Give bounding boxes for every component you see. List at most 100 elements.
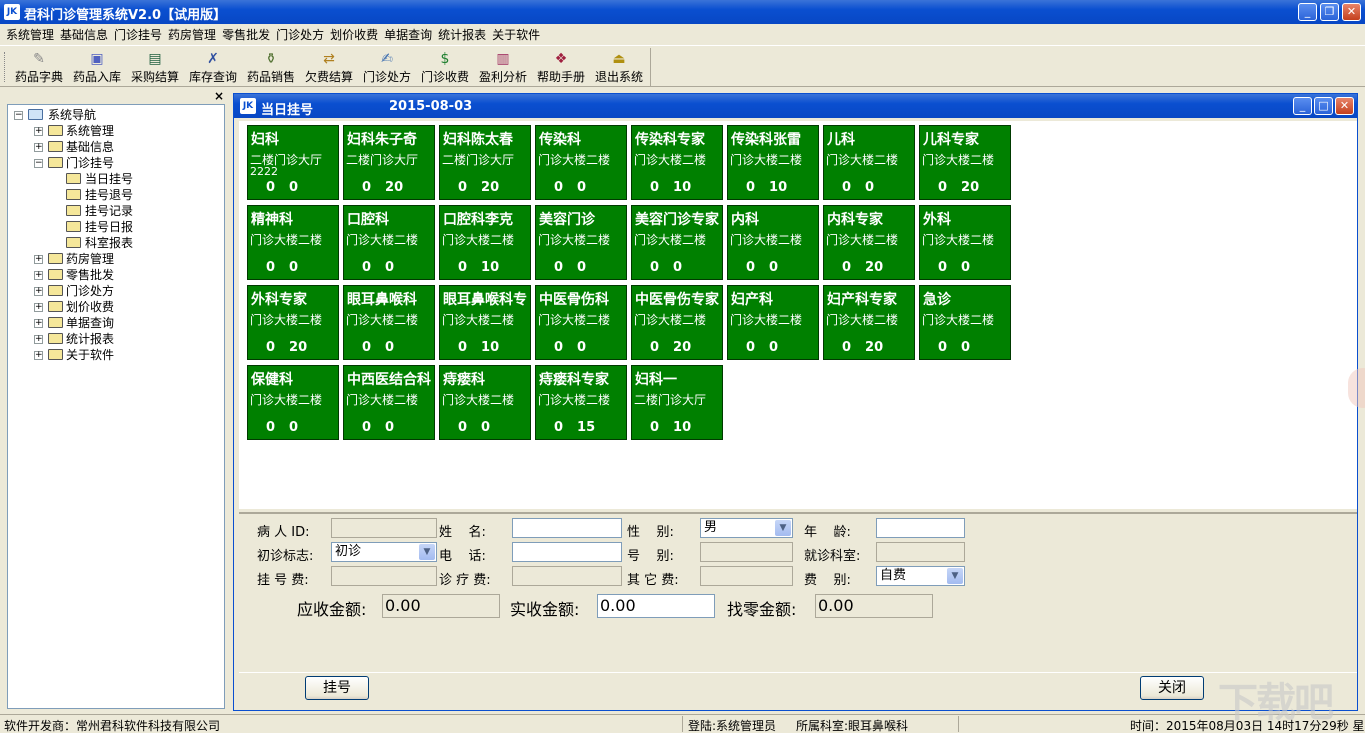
nav-root[interactable]: − 系统导航 — [8, 107, 224, 123]
visit-flag-select[interactable]: 初诊 ▼ — [331, 542, 437, 562]
department-tile[interactable]: 眼耳鼻喉科 门诊大楼二楼 0 0 — [343, 285, 435, 360]
menu-item[interactable]: 统计报表 — [432, 24, 486, 43]
menu-item[interactable]: 基础信息 — [54, 24, 108, 43]
department-tile[interactable]: 美容门诊 门诊大楼二楼 0 0 — [535, 205, 627, 280]
department-tile[interactable]: 急诊 门诊大楼二楼 0 0 — [919, 285, 1011, 360]
department-tile[interactable]: 口腔科李克 门诊大楼二楼 0 10 — [439, 205, 531, 280]
department-tile[interactable]: 中西医结合科 门诊大楼二楼 0 0 — [343, 365, 435, 440]
nav-item[interactable]: + 划价收费 — [8, 299, 224, 315]
nav-subitem[interactable]: 当日挂号 — [8, 171, 224, 187]
gender-select[interactable]: 男 ▼ — [700, 518, 793, 538]
department-tile[interactable]: 中医骨伤科 门诊大楼二楼 0 0 — [535, 285, 627, 360]
close-button[interactable]: 关闭 — [1140, 676, 1204, 700]
folder-icon — [48, 349, 63, 360]
nav-subitem[interactable]: 挂号记录 — [8, 203, 224, 219]
expand-icon[interactable]: + — [34, 271, 43, 280]
nav-item[interactable]: + 单据查询 — [8, 315, 224, 331]
child-maximize-button[interactable]: □ — [1314, 97, 1333, 115]
received-field[interactable]: 0.00 — [597, 594, 715, 618]
department-tile[interactable]: 眼耳鼻喉科专 门诊大楼二楼 0 10 — [439, 285, 531, 360]
floating-edge-widget[interactable] — [1348, 368, 1365, 408]
department-tile[interactable]: 精神科 门诊大楼二楼 0 0 — [247, 205, 339, 280]
restore-button[interactable]: ❐ — [1320, 3, 1339, 21]
nav-item[interactable]: + 关于软件 — [8, 347, 224, 363]
phone-field[interactable] — [512, 542, 622, 562]
toolbar-button[interactable]: ▥ 盈利分析 — [474, 48, 532, 86]
expand-icon[interactable]: + — [34, 287, 43, 296]
toolbar-button[interactable]: ❖ 帮助手册 — [532, 48, 590, 86]
department-tile[interactable]: 外科 门诊大楼二楼 0 0 — [919, 205, 1011, 280]
department-tile[interactable]: 传染科 门诊大楼二楼 0 0 — [535, 125, 627, 200]
toolbar-button[interactable]: ⇄ 欠费结算 — [300, 48, 358, 86]
menu-item[interactable]: 单据查询 — [378, 24, 432, 43]
menu-item[interactable]: 零售批发 — [216, 24, 270, 43]
expand-icon[interactable]: + — [34, 319, 43, 328]
nav-item[interactable]: + 门诊处方 — [8, 283, 224, 299]
nav-item[interactable]: + 系统管理 — [8, 123, 224, 139]
department-tile[interactable]: 妇产科专家 门诊大楼二楼 0 20 — [823, 285, 915, 360]
collapse-icon[interactable]: − — [14, 111, 23, 120]
chevron-down-icon[interactable]: ▼ — [947, 568, 963, 584]
toolbar-button[interactable]: ⚱ 药品销售 — [242, 48, 300, 86]
child-close-button[interactable]: ✕ — [1335, 97, 1354, 115]
age-field[interactable] — [876, 518, 965, 538]
department-tile[interactable]: 儿科专家 门诊大楼二楼 0 20 — [919, 125, 1011, 200]
chevron-down-icon[interactable]: ▼ — [419, 544, 435, 560]
expand-icon[interactable]: + — [34, 143, 43, 152]
toolbar-button[interactable]: ✍ 门诊处方 — [358, 48, 416, 86]
department-tile[interactable]: 痔瘘科专家 门诊大楼二楼 0 15 — [535, 365, 627, 440]
menu-item[interactable]: 划价收费 — [324, 24, 378, 43]
nav-subitem[interactable]: 科室报表 — [8, 235, 224, 251]
department-tile[interactable]: 妇科陈太春 二楼门诊大厅 0 20 — [439, 125, 531, 200]
department-tile[interactable]: 妇科朱子奇 二楼门诊大厅 0 20 — [343, 125, 435, 200]
fee-type-select[interactable]: 自费 ▼ — [876, 566, 965, 586]
toolbar-button[interactable]: ✗ 库存查询 — [184, 48, 242, 86]
department-tile[interactable]: 美容门诊专家 门诊大楼二楼 0 0 — [631, 205, 723, 280]
toolbar-button[interactable]: ⏏ 退出系统 — [590, 48, 648, 86]
nav-subitem[interactable]: 挂号退号 — [8, 187, 224, 203]
toolbar-button[interactable]: ▣ 药品入库 — [68, 48, 126, 86]
nav-item[interactable]: + 统计报表 — [8, 331, 224, 347]
nav-close-icon[interactable]: × — [214, 89, 224, 103]
name-field[interactable] — [512, 518, 622, 538]
department-tile[interactable]: 保健科 门诊大楼二楼 0 0 — [247, 365, 339, 440]
chevron-down-icon[interactable]: ▼ — [775, 520, 791, 536]
expand-icon[interactable]: + — [34, 335, 43, 344]
close-app-button[interactable]: ✕ — [1342, 3, 1361, 21]
register-button[interactable]: 挂号 — [305, 676, 369, 700]
child-minimize-button[interactable]: _ — [1293, 97, 1312, 115]
menu-item[interactable]: 关于软件 — [486, 24, 540, 43]
minimize-button[interactable]: _ — [1298, 3, 1317, 21]
menu-item[interactable]: 药房管理 — [162, 24, 216, 43]
department-tile[interactable]: 妇科一 二楼门诊大厅 0 10 — [631, 365, 723, 440]
department-tile[interactable]: 儿科 门诊大楼二楼 0 0 — [823, 125, 915, 200]
nav-subitem[interactable]: 挂号日报 — [8, 219, 224, 235]
menu-item[interactable]: 系统管理 — [0, 24, 54, 43]
department-tile[interactable]: 传染科张雷 门诊大楼二楼 0 10 — [727, 125, 819, 200]
nav-item[interactable]: − 门诊挂号 — [8, 155, 224, 171]
department-tile[interactable]: 妇科 二楼门诊大厅 2222 0 0 — [247, 125, 339, 200]
expand-icon[interactable]: + — [34, 255, 43, 264]
toolbar-button[interactable]: ✎ 药品字典 — [10, 48, 68, 86]
collapse-icon[interactable]: − — [34, 159, 43, 168]
department-tile[interactable]: 外科专家 门诊大楼二楼 0 20 — [247, 285, 339, 360]
department-tile[interactable]: 内科 门诊大楼二楼 0 0 — [727, 205, 819, 280]
toolbar-grip[interactable] — [4, 52, 7, 82]
nav-item[interactable]: + 基础信息 — [8, 139, 224, 155]
nav-item[interactable]: + 药房管理 — [8, 251, 224, 267]
expand-icon[interactable]: + — [34, 351, 43, 360]
department-tile[interactable]: 中医骨伤专家 门诊大楼二楼 0 20 — [631, 285, 723, 360]
department-tile[interactable]: 内科专家 门诊大楼二楼 0 20 — [823, 205, 915, 280]
expand-icon[interactable]: + — [34, 303, 43, 312]
expand-icon[interactable]: + — [34, 127, 43, 136]
toolbar-button[interactable]: $ 门诊收费 — [416, 48, 474, 86]
toolbar-button[interactable]: ▤ 采购结算 — [126, 48, 184, 86]
nav-item[interactable]: + 零售批发 — [8, 267, 224, 283]
menu-item[interactable]: 门诊挂号 — [108, 24, 162, 43]
department-tile[interactable]: 口腔科 门诊大楼二楼 0 0 — [343, 205, 435, 280]
department-tile[interactable]: 传染科专家 门诊大楼二楼 0 10 — [631, 125, 723, 200]
arrears-icon: ⇄ — [323, 51, 335, 67]
department-tile[interactable]: 妇产科 门诊大楼二楼 0 0 — [727, 285, 819, 360]
menu-item[interactable]: 门诊处方 — [270, 24, 324, 43]
department-tile[interactable]: 痔瘘科 门诊大楼二楼 0 0 — [439, 365, 531, 440]
